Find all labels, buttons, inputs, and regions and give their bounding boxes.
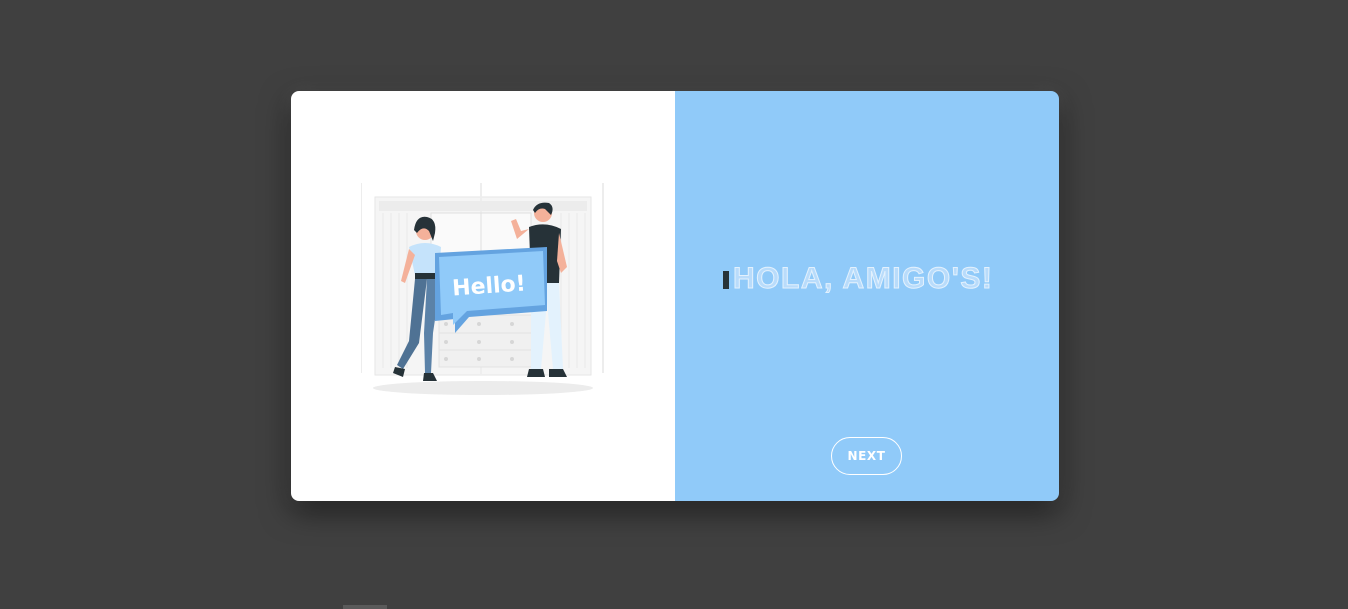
illustration-panel: Hello! bbox=[291, 91, 675, 501]
greeting-heading: HOLA, AMIGO'S! bbox=[723, 261, 1023, 297]
greeting-panel: HOLA, AMIGO'S! NEXT bbox=[675, 91, 1059, 501]
bottom-edge-tab bbox=[343, 605, 387, 609]
hello-greeting-illustration: Hello! bbox=[361, 183, 604, 395]
next-button[interactable]: NEXT bbox=[831, 437, 902, 475]
hello-sign-text: Hello! bbox=[451, 271, 526, 301]
text-cursor-icon bbox=[723, 271, 729, 289]
greeting-text: HOLA, AMIGO'S! bbox=[732, 262, 994, 296]
welcome-dialog: Hello! HOLA, AMIGO'S! NEXT bbox=[291, 91, 1059, 501]
